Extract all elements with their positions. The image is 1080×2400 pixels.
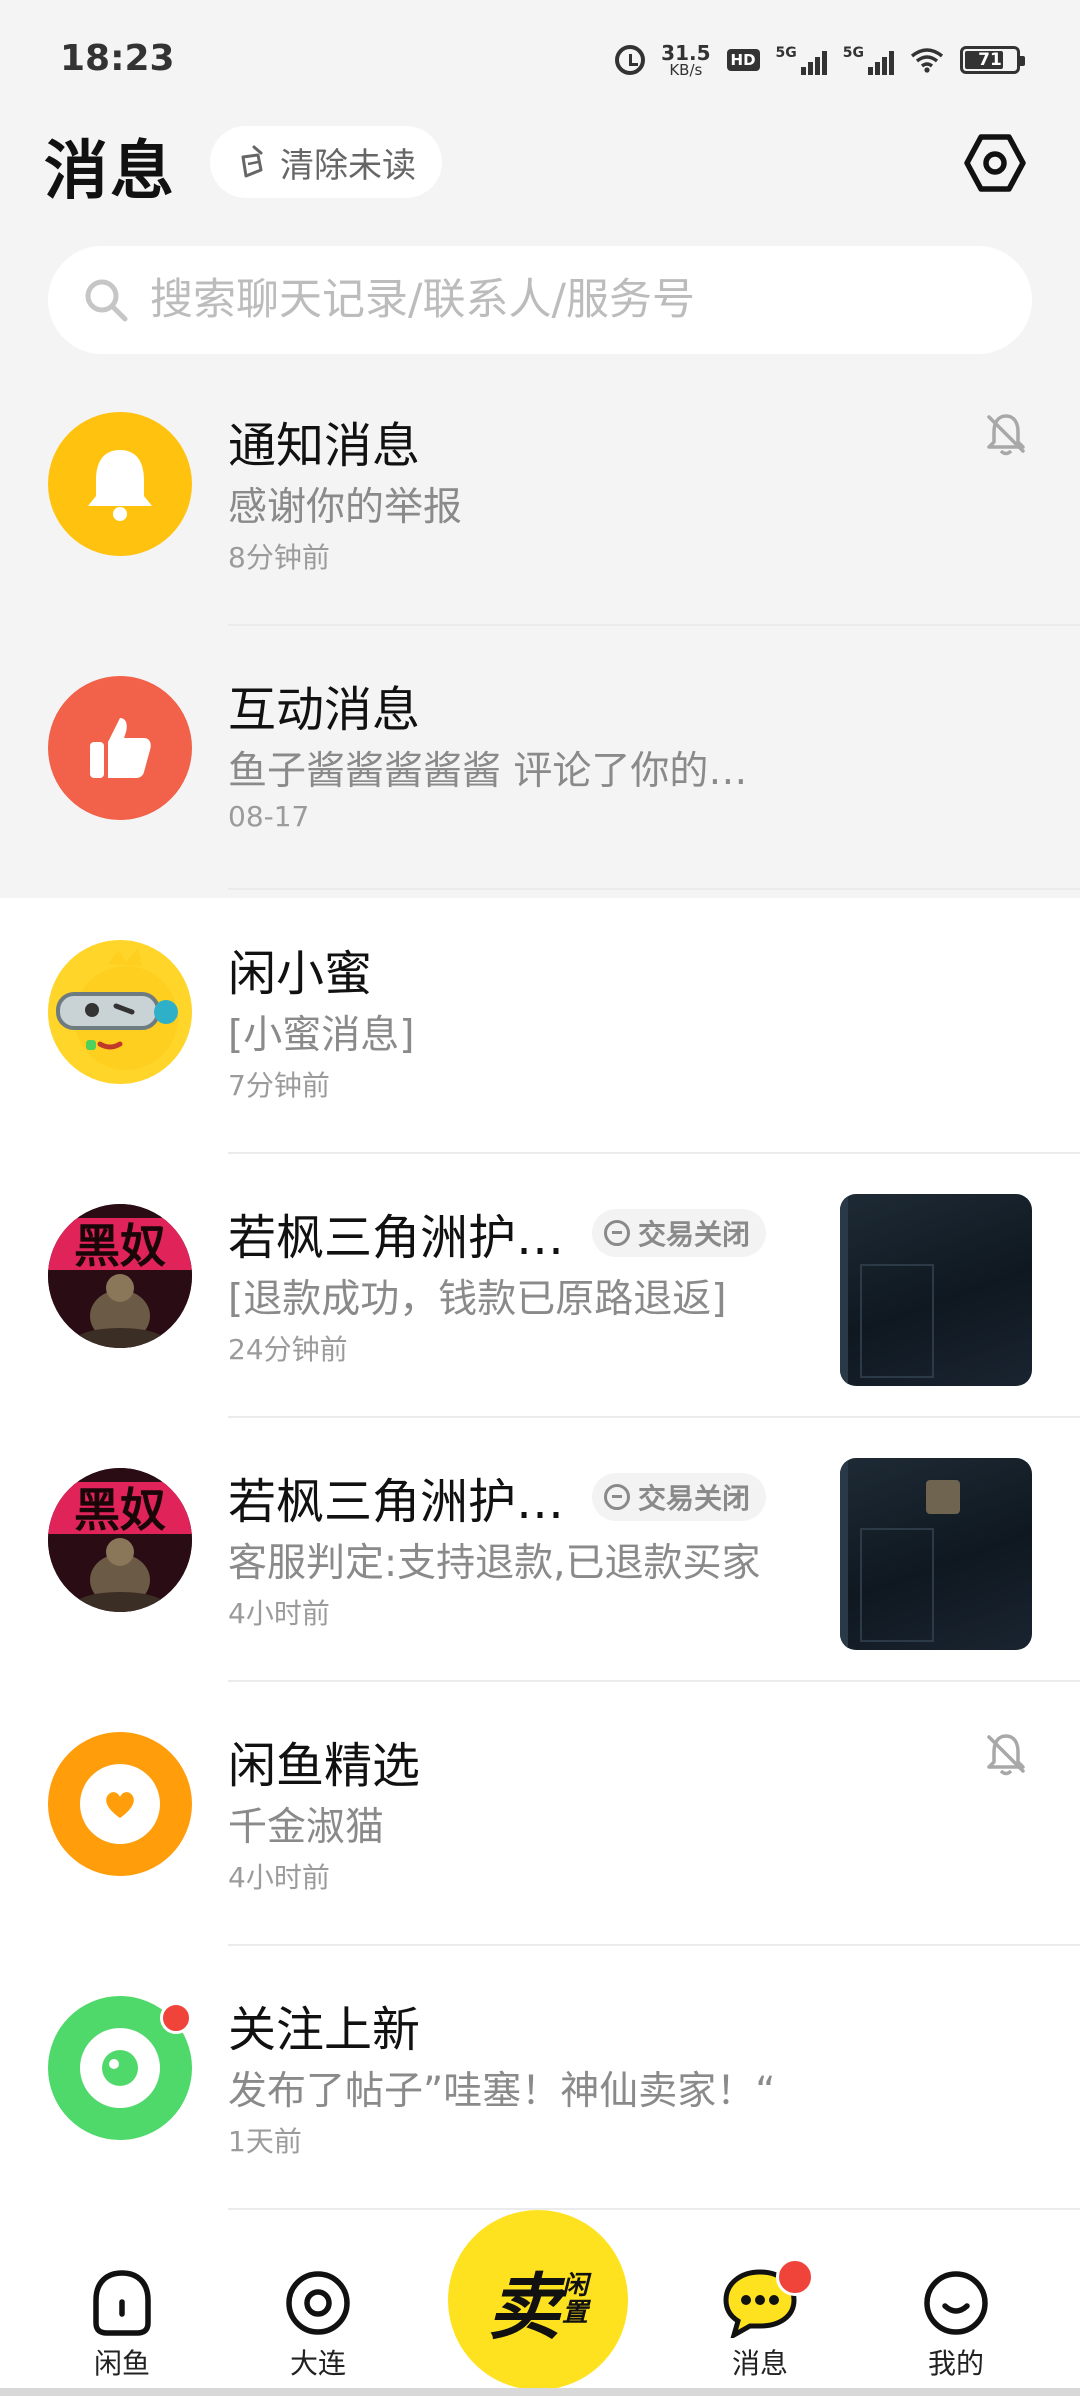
search-bar[interactable] — [48, 246, 1032, 354]
divider — [228, 2208, 1080, 2210]
location-icon — [286, 2271, 350, 2335]
avatar-text: 黑奴 — [74, 1483, 166, 1537]
wifi-icon — [910, 48, 944, 73]
conversation-message: 发布了帖子”哇塞！神仙卖家！“ — [228, 2069, 776, 2114]
sell-sub-2: 置 — [562, 2298, 589, 2328]
net-speed: 31.5 KB/s — [661, 43, 710, 78]
thumbs-up-icon — [90, 718, 151, 778]
bell-muted-icon[interactable] — [982, 410, 1030, 458]
conversation-item[interactable]: 黑奴 若枫三角洲护… 交易关闭 [退款成功，钱款已原路退返] 24分钟前 — [0, 1154, 1080, 1418]
avatar-text: 黑奴 — [74, 1219, 166, 1273]
avatar — [48, 676, 192, 820]
conversation-name: 闲小蜜 — [228, 946, 373, 1002]
conversation-name: 关注上新 — [228, 2002, 421, 2058]
tab-home-label: 闲鱼 — [93, 2347, 150, 2380]
battery-icon: 71 — [960, 46, 1025, 74]
conversation-time: 1天前 — [228, 2125, 302, 2158]
status-bar: 18:23 31.5 KB/s HD 5G 5G 71 — [0, 0, 1080, 118]
status-badge-label: 交易关闭 — [638, 1218, 751, 1251]
item-thumbnail[interactable] — [840, 1458, 1032, 1650]
conversation-item[interactable]: 互动消息 鱼子酱酱酱酱酱 评论了你的… 08-17 — [0, 626, 1080, 890]
sim2-label: 5G — [842, 45, 864, 61]
game-avatar-image: 黑奴 — [48, 1204, 192, 1348]
tab-home[interactable]: 闲鱼 — [62, 2268, 182, 2382]
sell-sub-label: 闲 置 — [562, 2270, 589, 2328]
conversation-list: 通知消息 感谢你的举报 8分钟前 互动消息 鱼子酱酱酱酱酱 评论了你的… 08-… — [0, 362, 1080, 2210]
avatar: 黑奴 — [48, 1204, 192, 1348]
battery-level: 71 — [978, 50, 1002, 70]
conversation-time: 4小时前 — [228, 1861, 330, 1894]
conversation-message: [退款成功，钱款已原路退返] — [228, 1277, 727, 1322]
sim1-label: 5G — [775, 45, 797, 61]
conversation-time: 4小时前 — [228, 1597, 330, 1630]
status-badge: 交易关闭 — [592, 1209, 767, 1257]
tab-messages-label: 消息 — [731, 2347, 788, 2380]
conversation-name: 若枫三角洲护… — [228, 1210, 565, 1266]
signal-2-icon: 5G — [843, 45, 894, 75]
conversation-time: 08-17 — [228, 800, 310, 833]
net-speed-value: 31.5 — [661, 40, 711, 65]
status-icons: 31.5 KB/s HD 5G 5G 71 — [615, 40, 1025, 80]
conversation-time: 24分钟前 — [228, 1333, 348, 1366]
mascot-icon — [56, 948, 178, 1070]
tab-messages-badge — [776, 2258, 814, 2296]
conversation-message: 客服判定:支持退款,已退款买家 — [228, 1541, 761, 1586]
broom-icon — [241, 145, 263, 178]
signal-1-icon: 5G — [776, 45, 827, 75]
sell-sub-1: 闲 — [562, 2270, 589, 2301]
game-avatar-image: 黑奴 — [48, 1468, 192, 1612]
conversation-time: 7分钟前 — [228, 1069, 330, 1102]
avatar: 黑奴 — [48, 1468, 192, 1612]
tab-me[interactable]: 我的 — [896, 2268, 1016, 2382]
settings-hexagon-icon — [964, 134, 1026, 192]
status-badge-label: 交易关闭 — [638, 1482, 751, 1515]
heart-icon — [80, 1764, 160, 1844]
conversation-name: 若枫三角洲护… — [228, 1474, 565, 1530]
search-input[interactable] — [148, 274, 1012, 326]
tab-location-label: 大连 — [289, 2347, 346, 2380]
alarm-icon — [615, 45, 646, 75]
status-badge: 交易关闭 — [592, 1473, 767, 1521]
conversation-item[interactable]: 闲小蜜 [小蜜消息] 7分钟前 — [0, 890, 1080, 1154]
conversation-item[interactable]: 关注上新 发布了帖子”哇塞！神仙卖家！“ 1天前 — [0, 1946, 1080, 2210]
settings-button[interactable] — [958, 126, 1032, 200]
sell-button[interactable]: 卖 闲 置 — [448, 2210, 628, 2390]
minus-circle-icon — [604, 1484, 631, 1510]
item-thumbnail[interactable] — [840, 1194, 1032, 1386]
bell-muted-icon[interactable] — [982, 1730, 1030, 1778]
conversation-time: 8分钟前 — [228, 541, 330, 574]
bell-icon — [88, 450, 152, 521]
avatar — [48, 1732, 192, 1876]
home-indicator — [0, 2388, 1080, 2396]
avatar — [48, 940, 192, 1084]
avatar — [48, 412, 192, 556]
conversation-message: 千金淑猫 — [228, 1805, 385, 1850]
search-icon — [85, 279, 128, 322]
unread-dot — [160, 2002, 192, 2034]
tab-location[interactable]: 大连 — [258, 2268, 378, 2382]
conversation-message: [小蜜消息] — [228, 1013, 415, 1058]
status-time: 18:23 — [60, 38, 175, 79]
conversation-message: 鱼子酱酱酱酱酱 评论了你的… — [228, 749, 748, 794]
conversation-name: 通知消息 — [228, 418, 421, 474]
conversation-item[interactable]: 闲鱼精选 千金淑猫 4小时前 — [0, 1682, 1080, 1946]
smiley-icon — [924, 2271, 988, 2335]
clear-unread-button[interactable]: 清除未读 — [210, 126, 442, 198]
conversation-name: 互动消息 — [228, 682, 421, 738]
hd-badge: HD — [726, 49, 760, 71]
home-icon — [93, 2270, 151, 2336]
conversation-name: 闲鱼精选 — [228, 1738, 421, 1794]
sell-main-label: 卖 — [487, 2264, 560, 2349]
net-speed-unit: KB/s — [669, 60, 703, 79]
minus-circle-icon — [604, 1220, 631, 1246]
tab-me-label: 我的 — [927, 2347, 984, 2380]
conversation-item[interactable]: 黑奴 若枫三角洲护… 交易关闭 客服判定:支持退款,已退款买家 4小时前 — [0, 1418, 1080, 1682]
clear-unread-label: 清除未读 — [280, 145, 416, 186]
conversation-item[interactable]: 通知消息 感谢你的举报 8分钟前 — [0, 362, 1080, 626]
page-title: 消息 — [44, 135, 176, 209]
conversation-message: 感谢你的举报 — [228, 485, 463, 530]
